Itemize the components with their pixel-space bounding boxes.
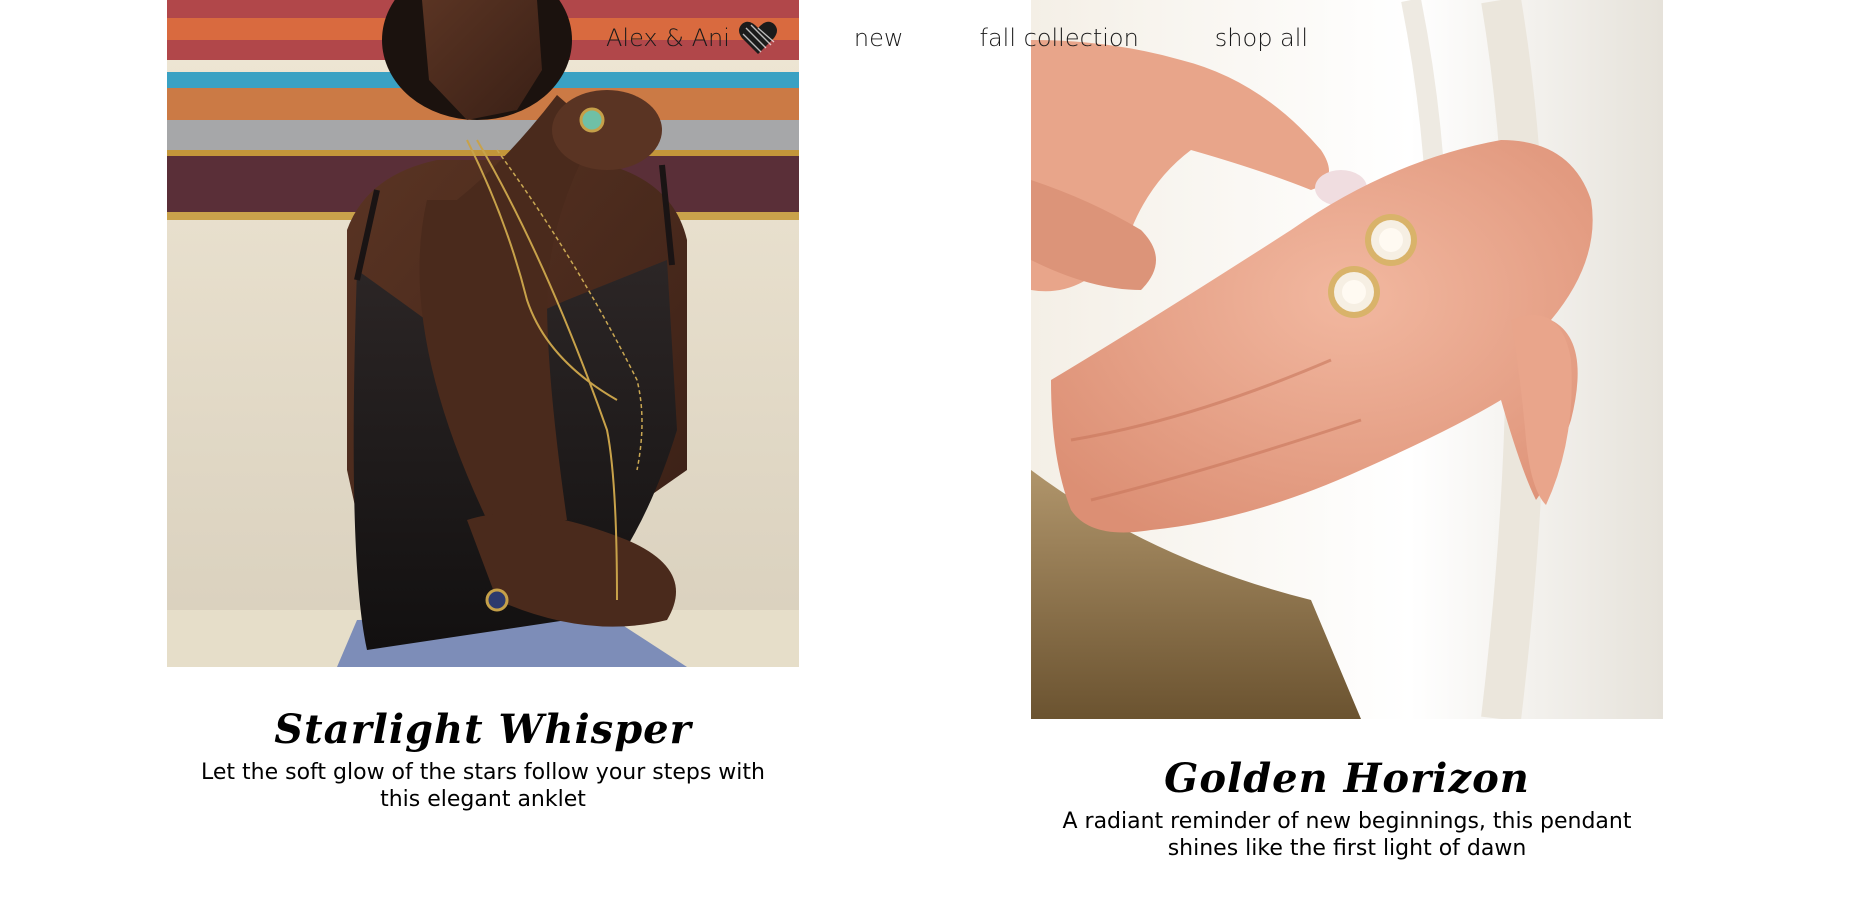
product-title[interactable]: Starlight Whisper	[167, 707, 799, 753]
heart-icon	[738, 20, 778, 56]
nav-link-new[interactable]: new	[854, 24, 904, 52]
nav-link-shop-all[interactable]: shop all	[1215, 24, 1308, 52]
product-card-starlight-whisper[interactable]: Starlight Whisper Let the soft glow of t…	[167, 0, 799, 813]
product-description: A radiant reminder of new beginnings, th…	[1062, 809, 1632, 861]
woman-necklace-photo	[167, 0, 799, 667]
main-nav: Alex & Ani new fall collection shop all	[606, 18, 1308, 58]
brand-logo[interactable]: Alex & Ani	[606, 20, 778, 56]
brand-name: Alex & Ani	[606, 24, 730, 52]
nav-link-fall-collection[interactable]: fall collection	[980, 24, 1139, 52]
product-image[interactable]	[167, 0, 799, 667]
product-description: Let the soft glow of the stars follow yo…	[201, 760, 765, 812]
product-card-golden-horizon[interactable]: Golden Horizon A radiant reminder of new…	[1031, 0, 1663, 862]
pearl-earrings-photo	[1031, 0, 1663, 719]
product-title[interactable]: Golden Horizon	[1031, 756, 1663, 802]
product-image[interactable]	[1031, 0, 1663, 719]
